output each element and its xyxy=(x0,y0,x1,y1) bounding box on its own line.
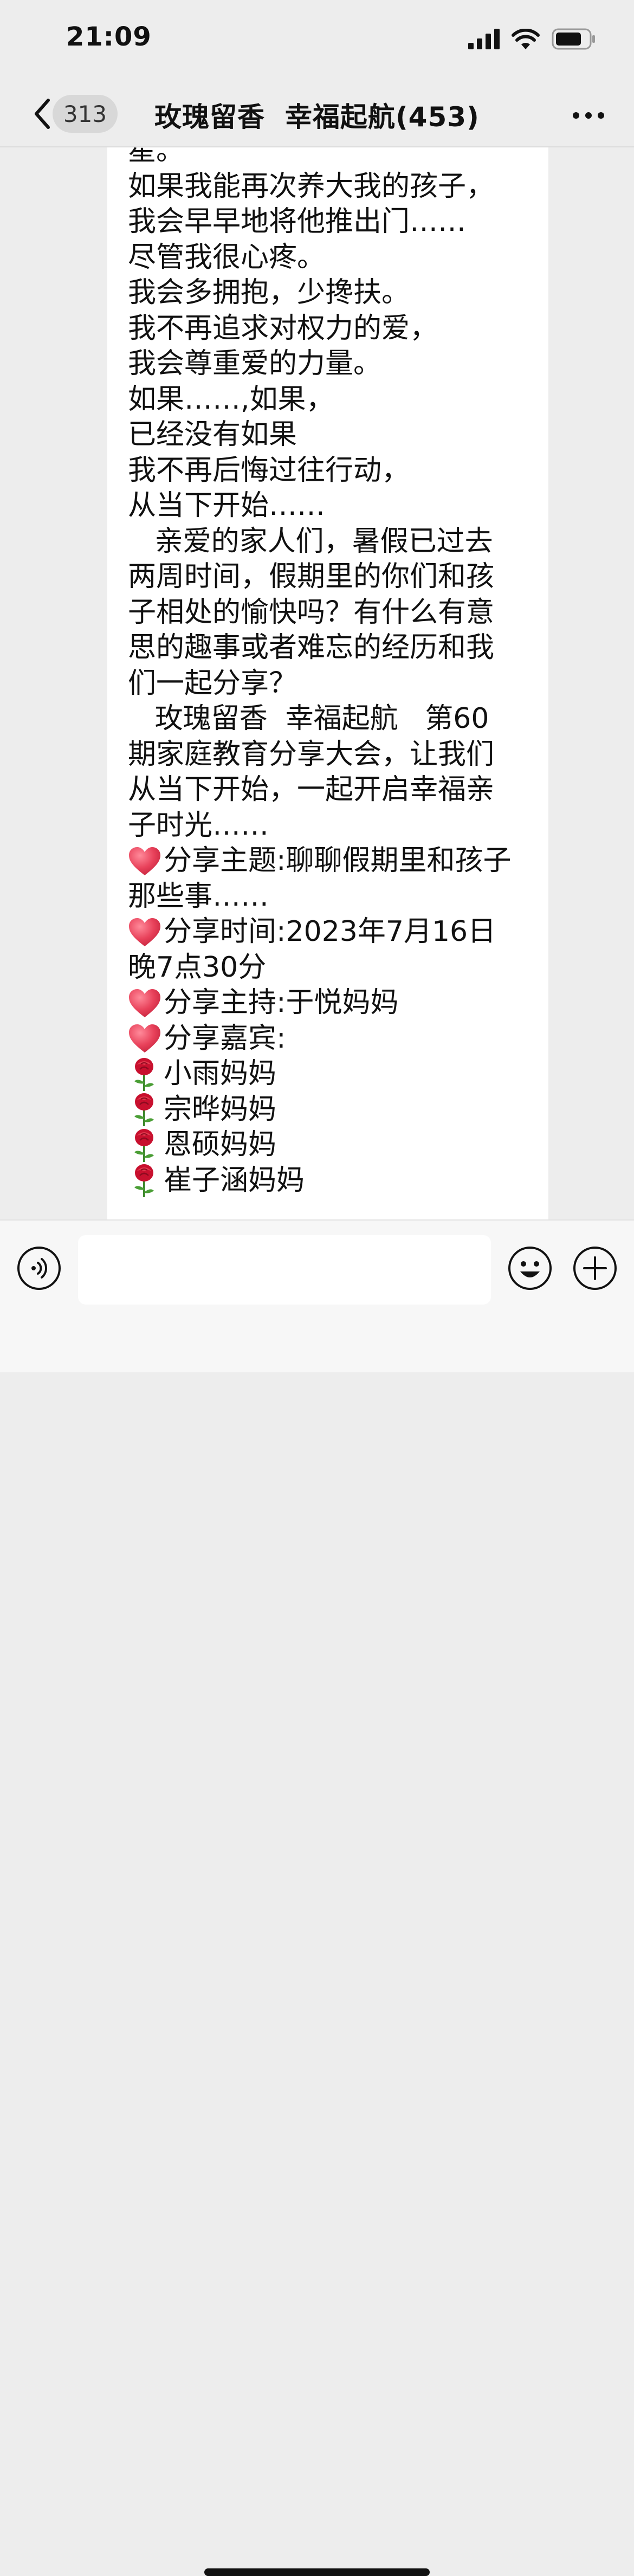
message-line-text: 如果我能再次养大我的孩子， xyxy=(128,170,495,203)
message-line: 分享主题:聊聊假期里和孩子 xyxy=(128,843,529,879)
message-line-text: 我不再追求对权力的爱， xyxy=(128,312,438,345)
status-icons xyxy=(468,28,596,52)
message-line-text: 我会尊重爱的力量。 xyxy=(128,347,382,380)
status-time: 21:09 xyxy=(66,22,152,52)
message-line: 我会尊重爱的力量。 xyxy=(128,346,529,382)
message-line: 两周时间，假期里的你们和孩 xyxy=(128,559,529,595)
message-line: 期家庭教育分享大会，让我们 xyxy=(128,737,529,773)
rose-icon xyxy=(128,1093,160,1127)
message-line-text: 玫瑰留香 幸福起航 第60 xyxy=(128,702,489,735)
message-line: 我不再后悔过往行动， xyxy=(128,453,529,489)
message-line: 玫瑰留香 幸福起航 第60 xyxy=(128,701,529,737)
message-line-text: 分享嘉宾: xyxy=(164,1022,286,1055)
message-line: 分享时间:2023年7月16日 xyxy=(128,914,529,950)
chat-title: 玫瑰留香 幸福起航(453) xyxy=(154,101,480,133)
more-functions-button[interactable] xyxy=(572,1247,618,1292)
message-line-text: 两周时间，假期里的你们和孩 xyxy=(128,560,495,593)
voice-icon xyxy=(16,1245,62,1293)
message-line-text: 子时光…… xyxy=(128,809,269,842)
message-line: 晚7点30分 xyxy=(128,950,529,986)
message-line-text: 我会多拥抱，少搀扶。 xyxy=(128,276,410,309)
rose-icon xyxy=(128,1128,160,1162)
unread-count-badge[interactable]: 313 xyxy=(53,95,118,133)
heart-icon xyxy=(128,917,161,947)
message-line: 思的趣事或者难忘的经历和我 xyxy=(128,630,529,666)
heart-icon xyxy=(128,846,161,876)
message-line-text: 我不再后悔过往行动， xyxy=(128,454,410,487)
voice-button[interactable] xyxy=(16,1247,62,1292)
message-line: 分享主持:于悦妈妈 xyxy=(128,985,529,1021)
heart-icon xyxy=(128,988,161,1018)
message-line: 星。 xyxy=(128,147,529,169)
message-line: 子相处的愉快吗？有什么有意 xyxy=(128,595,529,631)
message-line: 崔子涵妈妈 xyxy=(128,1163,529,1199)
chevron-left-icon xyxy=(33,98,51,132)
home-indicator xyxy=(204,2568,430,2576)
chat-header: 313 玫瑰留香 幸福起航(453) xyxy=(0,81,634,147)
message-bubble[interactable]: 星。如果我能再次养大我的孩子， 我会早早地将他推出门…… 尽管我很心疼。 我会多拥抱，… xyxy=(107,147,548,1219)
message-line-text: 们一起分享？ xyxy=(128,667,297,700)
message-line: 从当下开始…… xyxy=(128,488,529,524)
message-line-text: 星。 xyxy=(128,147,185,167)
more-button[interactable] xyxy=(567,100,610,132)
message-line-text: 分享主持:于悦妈妈 xyxy=(164,986,399,1019)
signal-icon xyxy=(468,29,500,51)
message-line: 宗晔妈妈 xyxy=(128,1092,529,1128)
input-bar xyxy=(0,1219,634,2576)
message-line-text: 期家庭教育分享大会，让我们 xyxy=(128,738,495,771)
message-line-text: 子相处的愉快吗？有什么有意 xyxy=(128,596,495,629)
message-line: 恩硕妈妈 xyxy=(128,1127,529,1163)
more-dots-icon xyxy=(572,111,605,121)
message-line-text: 分享主题:聊聊假期里和孩子 xyxy=(164,844,512,877)
emoji-button[interactable] xyxy=(507,1247,553,1292)
message-line-text: 我会早早地将他推出门…… xyxy=(128,205,467,238)
status-bar: 21:09 xyxy=(0,0,634,81)
message-line: 分享嘉宾: xyxy=(128,1021,529,1057)
message-line: 小雨妈妈 xyxy=(128,1056,529,1092)
rose-icon xyxy=(128,1057,160,1091)
message-line-text: 从当下开始，一起开启幸福亲 xyxy=(128,773,495,806)
message-line: 如果……,如果， xyxy=(128,382,529,418)
message-line-text: 晚7点30分 xyxy=(128,951,267,984)
message-line: 我会多拥抱，少搀扶。 xyxy=(128,275,529,311)
message-line-text: 小雨妈妈 xyxy=(164,1057,277,1090)
chat-area[interactable]: 星。如果我能再次养大我的孩子， 我会早早地将他推出门…… 尽管我很心疼。 我会多拥抱，… xyxy=(0,147,634,1219)
message-text: 星。如果我能再次养大我的孩子， 我会早早地将他推出门…… 尽管我很心疼。 我会多拥抱，… xyxy=(128,147,529,1198)
message-line: 我不再追求对权力的爱， xyxy=(128,311,529,347)
plus-icon xyxy=(572,1245,618,1293)
emoji-icon xyxy=(507,1245,553,1293)
message-line-text: 从当下开始…… xyxy=(128,489,326,522)
message-line: 尽管我很心疼。 xyxy=(128,240,529,276)
message-line-text: 亲爱的家人们，暑假已过去 xyxy=(128,525,493,558)
message-line: 已经没有如果 xyxy=(128,417,529,453)
message-line-text: 分享时间:2023年7月16日 xyxy=(164,915,496,948)
message-line-text: 已经没有如果 xyxy=(128,418,297,451)
message-line: 们一起分享？ xyxy=(128,666,529,702)
message-line: 从当下开始，一起开启幸福亲 xyxy=(128,772,529,808)
battery-icon xyxy=(552,28,596,52)
message-line: 子时光…… xyxy=(128,808,529,844)
message-line: 那些事…… xyxy=(128,879,529,915)
message-line-text: 思的趣事或者难忘的经历和我 xyxy=(128,631,495,664)
message-line: 如果我能再次养大我的孩子， xyxy=(128,169,529,205)
message-line-text: 崔子涵妈妈 xyxy=(164,1164,305,1197)
heart-icon xyxy=(128,1023,161,1054)
message-input[interactable] xyxy=(78,1235,491,1305)
message-line-text: 尽管我很心疼。 xyxy=(128,241,326,274)
wifi-icon xyxy=(512,28,540,51)
message-line-text: 那些事…… xyxy=(128,880,269,913)
message-line-text: 如果……,如果， xyxy=(128,383,334,416)
rose-icon xyxy=(128,1164,160,1198)
message-line-text: 恩硕妈妈 xyxy=(164,1128,277,1161)
message-line-text: 宗晔妈妈 xyxy=(164,1093,277,1126)
message-line: 我会早早地将他推出门…… xyxy=(128,204,529,240)
message-line: 亲爱的家人们，暑假已过去 xyxy=(128,524,529,560)
